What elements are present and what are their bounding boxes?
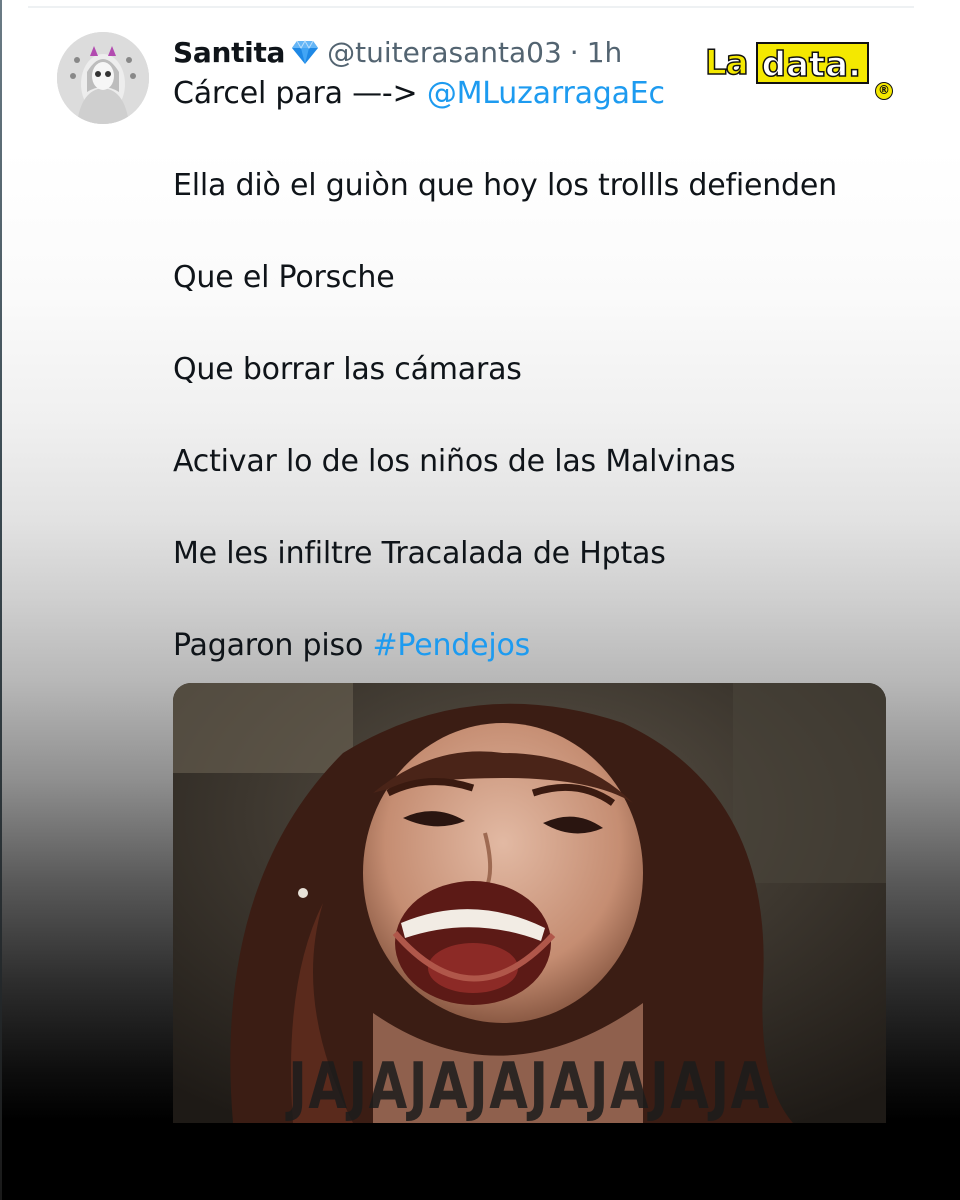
divider bbox=[28, 6, 914, 8]
hashtag-link[interactable]: #Pendejos bbox=[372, 628, 530, 663]
logo-la: La bbox=[704, 42, 749, 84]
avatar[interactable] bbox=[57, 32, 149, 124]
registered-mark: ® bbox=[875, 82, 894, 100]
tweet-text-line: Me les infiltre Tracalada de Hptas bbox=[173, 536, 666, 571]
post-time[interactable]: 1h bbox=[587, 36, 623, 69]
diamond-icon bbox=[291, 39, 319, 65]
mention-link[interactable]: @MLuzarragaEc bbox=[427, 76, 665, 111]
tweet-text-line: Que borrar las cámaras bbox=[173, 352, 522, 387]
tweet-text-line-1: Cárcel para —-> @MLuzarragaEc bbox=[173, 76, 665, 111]
tweet-text-line: Que el Porsche bbox=[173, 260, 395, 295]
display-name[interactable]: Santita bbox=[173, 36, 285, 69]
text-prefix: Pagaron piso bbox=[173, 628, 364, 663]
avatar-image bbox=[57, 32, 149, 124]
user-handle[interactable]: @tuiterasanta03 bbox=[327, 36, 562, 69]
separator-dot: · bbox=[569, 35, 579, 69]
tweet-text-line: Ella diò el guiòn que hoy los trollls de… bbox=[173, 168, 837, 203]
tweet-text-line: Activar lo de los niños de las Malvinas bbox=[173, 444, 736, 479]
post-screenshot: Santita @tuiterasanta03 · 1h La data. ® … bbox=[0, 0, 960, 1200]
logo-data: data. bbox=[755, 42, 870, 86]
watermark-logo: La data. ® bbox=[704, 40, 894, 100]
text-prefix: Cárcel para —-> bbox=[173, 76, 418, 111]
tweet-header: Santita @tuiterasanta03 · 1h bbox=[173, 30, 622, 74]
window-edge bbox=[0, 0, 2, 1200]
tweet-text-line-last: Pagaron piso #Pendejos bbox=[173, 628, 530, 663]
media-caption: JAJAJAJAJAJAJAJA bbox=[288, 1050, 771, 1124]
